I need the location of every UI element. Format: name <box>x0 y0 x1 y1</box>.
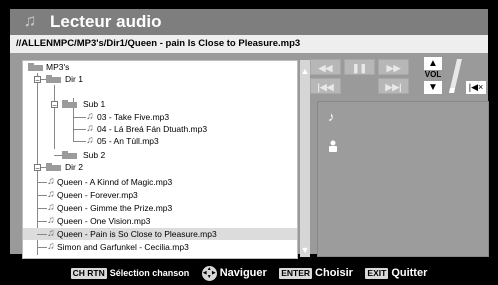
tree-branch <box>54 155 62 156</box>
tree-folder-label: Sub 2 <box>83 150 106 160</box>
list-item[interactable]: ♫ Queen - One Vision.mp3 <box>23 215 297 227</box>
tree-folder[interactable]: − Sub 1 <box>23 98 297 110</box>
tree-folder-label: Dir 1 <box>65 74 83 84</box>
file-label: Queen - A Kinnd of Magic.mp3 <box>57 177 173 187</box>
volume-label: VOL <box>424 70 442 79</box>
tree-folder[interactable]: − Dir 1 <box>23 73 297 85</box>
file-tree: MP3's − Dir 1 − Sub 1 ♫ 03 - Take Five.m… <box>23 61 297 258</box>
previous-track-button[interactable]: |◀◀ <box>310 78 341 94</box>
tree-folder-label: Sub 1 <box>83 99 106 109</box>
audio-player-screen: ♫ Lecteur audio //ALLENMPC/MP3's/Dir1/Qu… <box>0 0 498 285</box>
pause-button[interactable]: ❚❚ <box>344 59 375 75</box>
music-note-icon: ♫ <box>23 11 37 30</box>
hint-text: Naviguer <box>219 267 267 279</box>
next-track-button[interactable]: ▶▶| <box>378 78 409 94</box>
volume-down-button[interactable]: ▼ <box>424 81 442 94</box>
folder-icon <box>28 63 43 71</box>
folder-icon <box>62 100 77 108</box>
music-note-icon: ♫ <box>47 215 55 226</box>
hint-select-song: CH RTN Sélection chanson <box>70 262 190 285</box>
list-item[interactable]: ♫ Simon and Garfunkel - Cecilia.mp3 <box>23 241 297 253</box>
exit-key-badge: EXIT <box>365 268 389 279</box>
footer-hints: CH RTN Sélection chanson ▲ ▼ ◀ ▶ Naviguer… <box>0 262 498 285</box>
tree-folder[interactable]: Sub 2 <box>23 149 297 161</box>
hint-text: Sélection chanson <box>109 268 190 278</box>
list-item[interactable]: ♫ 05 - An Tùll.mp3 <box>23 135 297 147</box>
music-note-icon: ♫ <box>47 189 55 200</box>
footer-hint-bar: CH RTN Sélection chanson ▲ ▼ ◀ ▶ Naviguer… <box>0 262 498 285</box>
list-item-selected[interactable]: ♫ Queen - Pain is So Close to Pleasure.m… <box>23 228 297 240</box>
file-label: Queen - Pain is So Close to Pleasure.mp3 <box>57 229 217 239</box>
music-note-icon: ♫ <box>47 228 55 239</box>
fast-forward-button[interactable]: ▶▶ <box>378 59 409 75</box>
list-item[interactable]: ♫ 03 - Take Five.mp3 <box>23 111 297 123</box>
audio-player-window: ♫ Lecteur audio //ALLENMPC/MP3's/Dir1/Qu… <box>10 9 489 259</box>
folder-icon <box>62 151 77 159</box>
folder-icon <box>46 75 61 83</box>
hint-text: Quitter <box>391 267 428 279</box>
tree-root-label: MP3's <box>46 62 70 72</box>
mute-button[interactable]: |◀× <box>466 81 486 94</box>
tree-root[interactable]: MP3's <box>23 61 297 73</box>
music-note-icon: ♫ <box>47 176 55 187</box>
track-info-panel: ♪ <box>317 101 489 257</box>
music-note-icon: ♫ <box>86 111 94 122</box>
hint-choose: ENTER Choisir <box>279 262 353 285</box>
collapse-toggle-icon[interactable]: − <box>34 76 41 85</box>
music-note-icon: ♫ <box>86 123 94 134</box>
scroll-down-icon[interactable]: ▼ <box>300 245 310 255</box>
tree-folder[interactable]: − Dir 2 <box>23 161 297 173</box>
artist-icon <box>329 140 337 152</box>
collapse-toggle-icon[interactable]: − <box>51 101 58 110</box>
tree-folder-label: Dir 2 <box>65 162 83 172</box>
list-item[interactable]: ♫ Queen - A Kinnd of Magic.mp3 <box>23 176 297 188</box>
list-item[interactable]: ♫ 04 - Lá Breá Fán Dtuath.mp3 <box>23 123 297 135</box>
path-bar: //ALLENMPC/MP3's/Dir1/Queen - pain Is Cl… <box>10 35 488 53</box>
hint-text: Choisir <box>315 267 353 279</box>
file-label: Queen - Forever.mp3 <box>57 190 138 200</box>
folder-icon <box>46 163 61 171</box>
volume-up-button[interactable]: ▲ <box>424 57 442 70</box>
music-note-icon: ♫ <box>47 202 55 213</box>
dpad-icon: ▲ ▼ ◀ ▶ <box>201 266 217 281</box>
current-path: //ALLENMPC/MP3's/Dir1/Queen - pain Is Cl… <box>16 38 301 49</box>
scroll-up-icon[interactable]: ▲ <box>300 66 310 76</box>
list-item[interactable]: ♫ Queen - Gimme the Prize.mp3 <box>23 202 297 214</box>
music-note-icon: ♪ <box>328 109 335 124</box>
file-label: 04 - Lá Breá Fán Dtuath.mp3 <box>97 124 208 134</box>
music-note-icon: ♫ <box>86 135 94 146</box>
file-browser-panel: MP3's − Dir 1 − Sub 1 ♫ 03 - Take Five.m… <box>22 60 298 259</box>
rewind-button[interactable]: ◀◀ <box>310 59 341 75</box>
enter-key-badge: ENTER <box>279 268 313 279</box>
file-label: Simon and Garfunkel - Cecilia.mp3 <box>57 242 189 252</box>
hint-navigate: ▲ ▼ ◀ ▶ Naviguer <box>201 262 267 285</box>
volume-meter-icon <box>449 59 462 93</box>
file-label: 03 - Take Five.mp3 <box>97 112 170 122</box>
file-label: Queen - Gimme the Prize.mp3 <box>57 203 173 213</box>
file-label: Queen - One Vision.mp3 <box>57 216 151 226</box>
collapse-toggle-icon[interactable]: − <box>34 164 41 173</box>
window-title: Lecteur audio <box>50 12 162 31</box>
list-item[interactable]: ♫ Queen - Forever.mp3 <box>23 189 297 201</box>
hint-quit: EXIT Quitter <box>365 262 427 285</box>
ch-rtn-key-badge: CH RTN <box>70 268 107 279</box>
title-bar: ♫ Lecteur audio <box>10 9 488 35</box>
file-list-scrollbar[interactable]: ▲ ▼ <box>300 60 310 257</box>
file-label: 05 - An Tùll.mp3 <box>97 136 159 146</box>
music-note-icon: ♫ <box>47 241 55 252</box>
